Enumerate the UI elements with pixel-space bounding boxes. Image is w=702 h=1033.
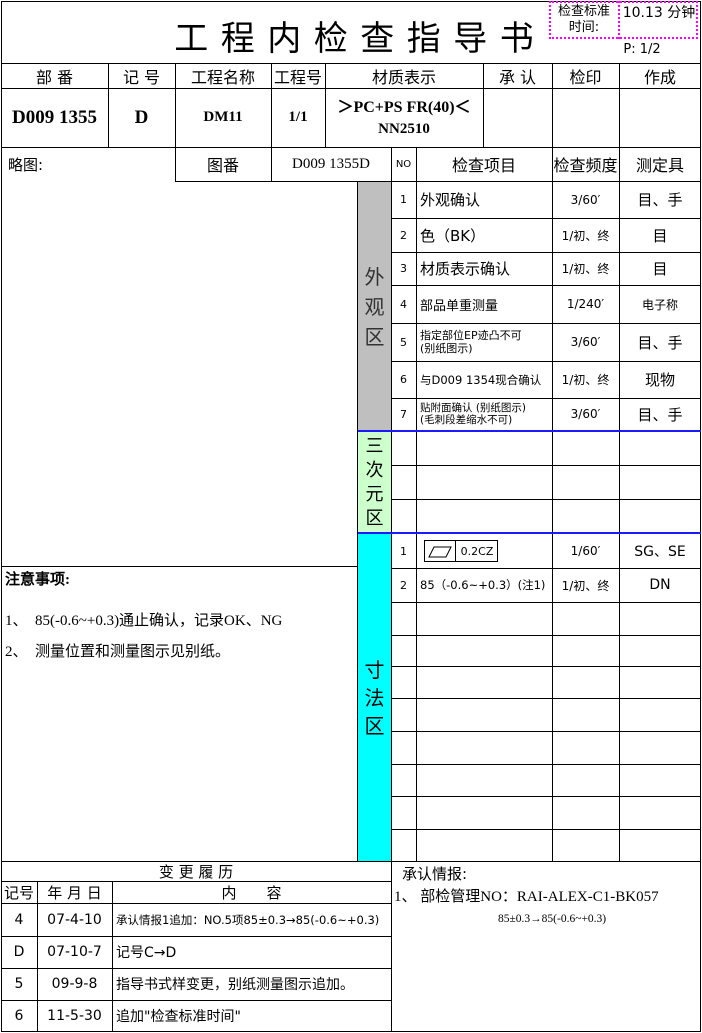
std-time-label: 检查标准 时间: [557,4,610,35]
zone-three-d-label: 三 次 元 区 [365,435,384,529]
row-freq: 3/60′ [570,407,601,421]
notes-title: 注意事项: [5,572,70,588]
material-value-1: ＞PC+PS FR(40)＜ [337,99,471,116]
sketch-label: 略图: [8,155,44,174]
row-no: 4 [400,297,407,311]
history-date: 11-5-30 [47,1008,102,1024]
history-date: 07-4-10 [47,911,102,928]
row-freq: 1/初、终 [561,228,610,243]
row-item: 0.2CZ [460,544,494,558]
history-mark: 4 [14,911,24,928]
row-no: 3 [400,262,407,275]
row-tool: 目、手 [637,333,683,352]
history-col-date: 年 月 日 [47,883,102,902]
history-content: 指导书式样变更，别纸测量图示追加。 [116,977,354,993]
row-tool: SG、SE [634,544,686,560]
history-mark: 6 [14,1008,24,1024]
row-freq: 1/初、终 [561,262,610,276]
header-author: 作成 [643,67,676,87]
history-mark: 5 [14,976,24,992]
approval-line-1: 1、 部检管理NO：RAI-ALEX-C1-BK057 [394,889,659,905]
row-tool: 现物 [644,371,675,389]
history-mark: D [13,944,25,960]
row-no: 6 [400,373,407,386]
row-item: 贴附面确认 (别纸图示) (毛刺段差缩水不可) [420,402,527,426]
check-header-item: 检查项目 [451,156,516,175]
part-no-value: D009 1355 [12,106,97,128]
row-item: 外观确认 [420,191,481,209]
row-tool: DN [649,577,671,593]
row-no: 1 [400,193,407,206]
row-tool: 目 [652,226,668,245]
row-no: 5 [400,335,407,349]
material-value-2: NN2510 [378,120,430,137]
header-approve: 承 认 [498,67,537,87]
drawing-label: 图番 [206,156,239,175]
row-item: 部品单重测量 [420,298,499,314]
row-freq: 3/60′ [570,335,601,349]
row-no: 2 [400,578,407,592]
row-tool: 目、手 [637,191,683,209]
row-freq: 1/240′ [566,297,605,311]
note-item: 1、 85(-0.6~+0.3)通止确认，记录OK、NG [5,613,283,629]
row-item: 85（-0.6~+0.3）(注1) [420,578,546,592]
check-header-no: NO [395,158,412,170]
history-col-content: 内 容 [221,883,282,902]
row-no: 2 [400,228,407,242]
zone-appearance-label: 外 观 区 [364,264,385,349]
row-freq: 1/初、终 [561,578,610,593]
header-process-name: 工程名称 [190,67,255,87]
row-freq: 3/60′ [570,192,601,207]
process-no-value: 1/1 [288,109,308,125]
std-time-value: 10.13 分钟 [622,5,696,21]
mark-value: D [134,106,149,128]
page-number: P: 1/2 [623,41,661,57]
header-material: 材质表示 [371,67,436,87]
process-name-value: DM11 [203,109,243,125]
header-stamp: 检印 [569,67,602,87]
check-header-tool: 测定具 [635,156,684,175]
header-part-no: 部 番 [35,67,74,87]
row-tool: 目 [652,260,668,278]
row-tool: 电子称 [641,297,678,312]
drawing-no: D009 1355D [292,155,370,172]
history-date: 07-10-7 [47,944,102,960]
row-no: 7 [400,407,407,421]
history-content: 记号C→D [116,945,177,961]
history-date: 09-9-8 [51,976,98,992]
approval-title: 承认情报: [402,865,468,883]
approval-line-2: 85±0.3→85(-0.6~+0.3) [498,913,607,925]
zone-dimension-label: 寸 法 区 [364,657,385,738]
history-col-mark: 记号 [3,883,34,902]
row-item: 与D009 1354现合确认 [420,372,542,387]
header-mark: 记 号 [122,67,161,87]
row-no: 1 [400,544,407,558]
row-item: 色（BK） [420,226,486,245]
header-process-no: 工程号 [273,67,322,87]
row-tool: 目、手 [637,405,683,424]
row-item: 材质表示确认 [420,260,511,278]
page-title: 工 程 内 检 查 指 导 书 [174,20,536,58]
history-content: 承认情报1追加：NO.5项85±0.3→85(-0.6~+0.3) [116,912,380,927]
history-title: 变 更 履 历 [158,862,234,881]
row-freq: 1/60′ [570,544,601,558]
history-content: 追加"检查标准时间" [116,1009,241,1025]
check-header-freq: 检查频度 [553,156,618,175]
row-item: 指定部位EP迹凸不可 (别纸图示) [420,329,522,355]
row-freq: 1/初、终 [561,373,610,387]
note-item: 2、 测量位置和测量图示见别纸。 [5,644,231,660]
parallelogram-icon [428,545,452,558]
